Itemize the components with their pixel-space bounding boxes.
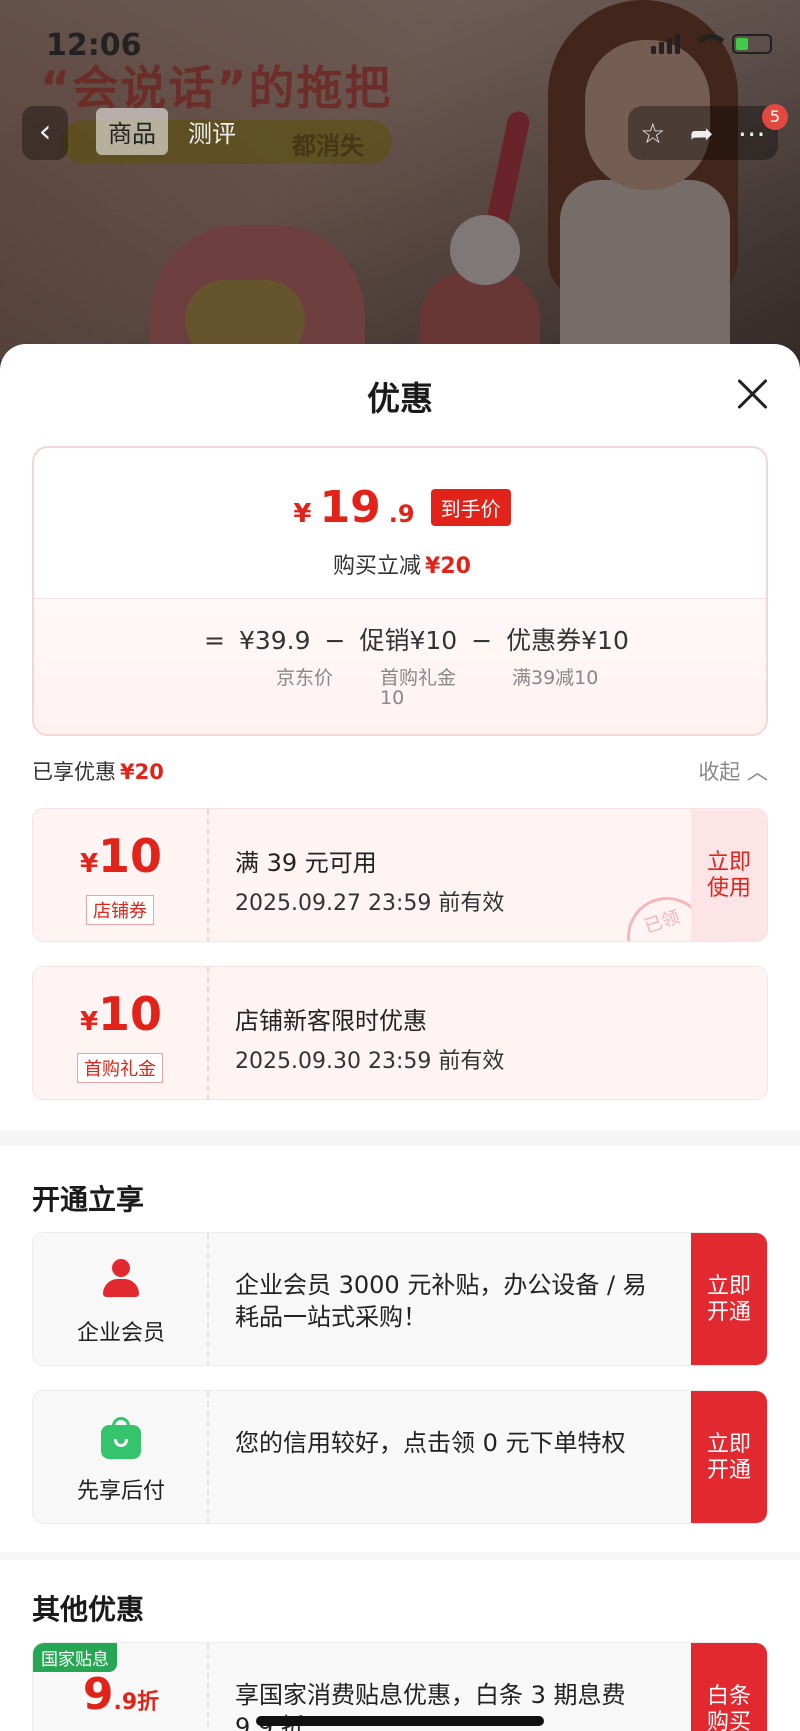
price-integer: 19 <box>319 482 381 533</box>
coupon-title: 店铺新客限时优惠 <box>235 1007 427 1035</box>
section-divider <box>0 1552 800 1560</box>
tab-review[interactable]: 测评 <box>176 108 248 155</box>
price-breakdown: = ¥39.9 − 促销¥10 − 优惠券¥10 京东价 首购礼金 10 满39… <box>34 598 766 734</box>
formula-promotion: 促销¥10 <box>359 626 458 655</box>
tab-product[interactable]: 商品 <box>96 108 168 155</box>
coupon-type-tag: 首购礼金 <box>77 1053 163 1083</box>
open-section-title: 开通立享 <box>32 1183 145 1216</box>
instant-discount-value: ¥20 <box>425 554 471 579</box>
coupon-currency: ¥ <box>79 849 99 879</box>
enjoyed-label: 已享优惠 <box>32 760 116 784</box>
pay-later-description: 您的信用较好，点击领 0 元下单特权 <box>235 1429 626 1457</box>
price-currency: ¥ <box>293 499 312 529</box>
open-now-button[interactable]: 立即开通 <box>691 1233 767 1365</box>
gov-subsidy-badge: 国家贴息 <box>33 1643 117 1672</box>
formula-coupon: 优惠券¥10 <box>506 626 629 655</box>
formula-minus: − <box>324 626 346 655</box>
price-summary: ¥ 19 .9 到手价 购买立减 ¥20 <box>34 448 766 598</box>
coupon-title: 满 39 元可用 <box>235 849 377 877</box>
coupon-number: 10 <box>98 829 163 883</box>
member-label: 企业会员 <box>76 1321 165 1346</box>
nav-tabs: 商品 测评 <box>96 108 248 155</box>
more-icon[interactable]: ⋯ <box>738 117 766 150</box>
coupon-number: 10 <box>98 987 163 1041</box>
nav-actions: ☆ ➦ ⋯ <box>628 106 778 160</box>
subsidy-decimal: .9折 <box>113 1690 160 1715</box>
status-icons <box>651 34 772 54</box>
collapse-button[interactable]: 收起 ︿ <box>698 756 768 786</box>
formula-jd-price: ¥39.9 <box>238 626 311 655</box>
person-icon <box>101 1259 141 1299</box>
price-formula: = ¥39.9 − 促销¥10 − 优惠券¥10 <box>204 621 629 657</box>
status-time: 12:06 <box>46 28 142 63</box>
final-price: ¥ 19 .9 到手价 <box>34 482 766 533</box>
message-badge: 5 <box>762 104 788 130</box>
battery-icon <box>732 34 772 54</box>
signal-icon <box>651 34 680 54</box>
star-icon[interactable]: ☆ <box>640 117 665 150</box>
discount-sheet: 优惠 ¥ 19 .9 到手价 购买立减 ¥20 = ¥39.9 − 促销¥10 −… <box>0 344 800 1731</box>
member-description: 企业会员 3000 元补贴，办公设备 / 易耗品一站式采购！ <box>235 1271 647 1332</box>
close-icon[interactable] <box>734 376 770 412</box>
member-icon-area: 企业会员 <box>33 1233 209 1365</box>
enjoyed-value: ¥20 <box>120 760 164 784</box>
share-icon[interactable]: ➦ <box>690 117 713 150</box>
formula-minus: − <box>471 626 493 655</box>
label-first-gift-amount: 10 <box>380 687 405 709</box>
pay-later-card[interactable]: 先享后付 您的信用较好，点击领 0 元下单特权 立即开通 <box>32 1390 768 1524</box>
final-price-tag: 到手价 <box>430 489 511 526</box>
label-first-gift: 首购礼金 <box>380 667 457 689</box>
enjoyed-discount-row: 已享优惠 ¥20 收起 ︿ <box>32 756 768 792</box>
enterprise-member-card[interactable]: 企业会员 企业会员 3000 元补贴，办公设备 / 易耗品一站式采购！ 立即开通 <box>32 1232 768 1366</box>
collapse-label: 收起 <box>698 760 741 784</box>
coupon-validity: 2025.09.30 23:59 前有效 <box>235 1049 505 1074</box>
coupon-currency: ¥ <box>79 1007 99 1037</box>
back-button[interactable]: ‹ <box>22 106 68 160</box>
open-now-button[interactable]: 立即开通 <box>691 1391 767 1523</box>
coupon-value: ¥10 首购礼金 <box>33 967 209 1099</box>
instant-discount: 购买立减 ¥20 <box>34 548 766 580</box>
other-section-title: 其他优惠 <box>32 1593 145 1626</box>
coupon-validity: 2025.09.27 23:59 前有效 <box>235 891 505 916</box>
shopping-bag-icon <box>101 1417 141 1459</box>
coupon-card[interactable]: ¥10 首购礼金 店铺新客限时优惠 2025.09.30 23:59 前有效 <box>32 966 768 1100</box>
price-decimal: .9 <box>388 500 415 528</box>
coupon-type-tag: 店铺券 <box>86 895 154 925</box>
section-divider <box>0 1130 800 1146</box>
label-jd-price: 京东价 <box>276 667 334 689</box>
price-card: ¥ 19 .9 到手价 购买立减 ¥20 = ¥39.9 − 促销¥10 − 优惠… <box>32 446 768 736</box>
pay-later-icon-area: 先享后付 <box>33 1391 209 1523</box>
subsidy-discount: 9.9折 <box>33 1669 209 1720</box>
subsidy-number: 9 <box>82 1669 114 1720</box>
sheet-title: 优惠 <box>367 379 433 418</box>
use-now-button[interactable]: 立即使用 <box>691 809 767 941</box>
pay-later-label: 先享后付 <box>76 1479 165 1504</box>
label-coupon-rule: 满39减10 <box>512 667 599 689</box>
formula-equals: = <box>204 626 225 655</box>
coupon-value: ¥10 店铺券 <box>33 809 209 941</box>
instant-discount-label: 购买立减 <box>333 554 422 579</box>
coupon-card[interactable]: ¥10 店铺券 满 39 元可用 2025.09.27 23:59 前有效 已领… <box>32 808 768 942</box>
baitiao-buy-button[interactable]: 白条购买 <box>691 1643 767 1731</box>
coupon-amount: ¥10 <box>33 829 209 883</box>
wifi-icon <box>692 34 730 54</box>
home-indicator <box>256 1716 544 1726</box>
chevron-left-icon: ‹ <box>38 112 52 150</box>
coupon-amount: ¥10 <box>33 987 209 1041</box>
chevron-up-icon: ︿ <box>747 760 768 784</box>
